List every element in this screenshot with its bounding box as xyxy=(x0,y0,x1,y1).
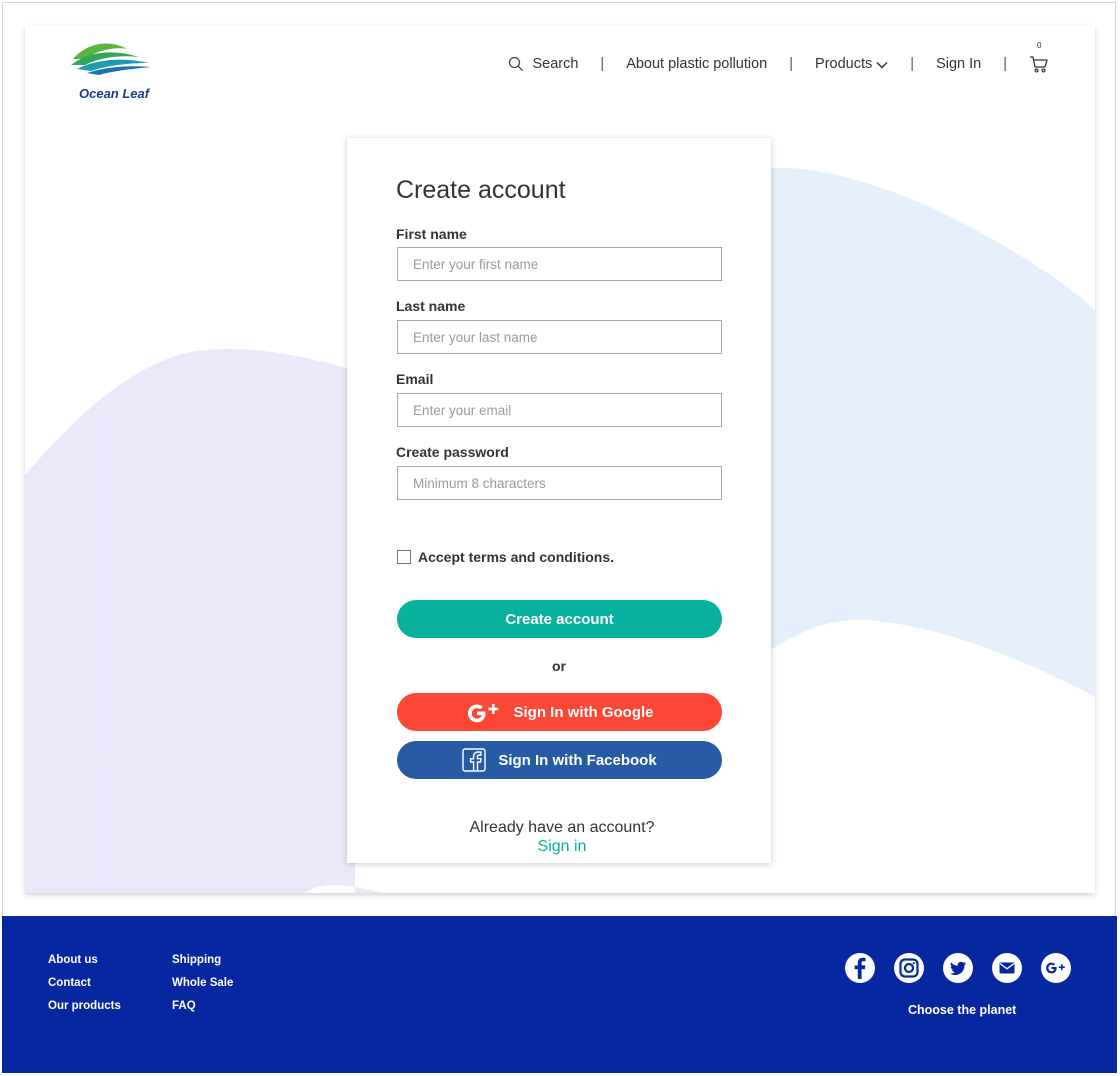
terms-row: Accept terms and conditions. xyxy=(397,549,614,565)
create-account-button-label: Create account xyxy=(505,610,614,628)
terms-label: Accept terms and conditions. xyxy=(418,549,615,565)
nav-separator: | xyxy=(910,56,915,72)
nav-search[interactable]: Search xyxy=(508,56,578,72)
email-input[interactable] xyxy=(397,393,722,427)
create-account-button[interactable]: Create account xyxy=(397,600,722,638)
nav-separator: | xyxy=(1003,56,1007,72)
twitter-icon[interactable] xyxy=(943,953,973,983)
email-label: Email xyxy=(396,371,434,387)
cart-button[interactable]: 0 xyxy=(1029,41,1051,75)
sign-in-link[interactable]: Sign in xyxy=(347,838,777,856)
social-links xyxy=(845,953,1071,983)
google-plus-icon xyxy=(466,701,502,723)
cart-count: 0 xyxy=(1037,41,1042,50)
footer-link-our-products[interactable]: Our products xyxy=(48,1000,121,1014)
nav-signin-label: Sign In xyxy=(936,56,982,72)
sign-in-facebook-button[interactable]: Sign In with Facebook xyxy=(397,741,722,779)
nav-about-plastic-pollution[interactable]: About plastic pollution xyxy=(626,56,767,72)
first-name-input[interactable] xyxy=(397,247,722,281)
or-divider: or xyxy=(552,658,566,674)
last-name-input[interactable] xyxy=(397,320,722,354)
nav-about-label: About plastic pollution xyxy=(626,56,768,72)
footer-link-whole-sale[interactable]: Whole Sale xyxy=(172,977,233,991)
chevron-down-icon xyxy=(876,61,888,69)
already-have-account-text: Already have an account? xyxy=(469,819,655,836)
terms-checkbox[interactable] xyxy=(397,550,411,564)
nav-search-label: Search xyxy=(532,56,579,72)
footer-link-faq[interactable]: FAQ xyxy=(172,1000,233,1014)
footer-column-1: About us Contact Our products xyxy=(48,954,121,1023)
create-account-card: Create account First name Last name Emai… xyxy=(347,138,771,863)
top-nav: Search | About plastic pollution | Produ… xyxy=(508,41,1051,75)
google-plus-icon[interactable] xyxy=(1041,953,1071,983)
leaf-wave-icon xyxy=(71,43,151,75)
form-title: Create account xyxy=(396,176,566,204)
footer-column-2: Shipping Whole Sale FAQ xyxy=(172,954,233,1023)
password-input[interactable] xyxy=(397,466,722,500)
nav-separator: | xyxy=(789,56,794,72)
nav-separator: | xyxy=(600,56,605,72)
password-label: Create password xyxy=(396,444,509,460)
footer: About us Contact Our products Shipping W… xyxy=(2,916,1117,1073)
footer-link-about-us[interactable]: About us xyxy=(48,954,121,968)
nav-products-dropdown[interactable]: Products xyxy=(815,56,888,72)
instagram-icon[interactable] xyxy=(894,953,924,983)
footer-tagline: Choose the planet xyxy=(908,1003,1017,1017)
brand-name: Ocean Leaf xyxy=(79,86,150,101)
shopping-cart-icon xyxy=(1030,56,1048,73)
search-icon xyxy=(509,56,524,71)
nav-sign-in[interactable]: Sign In xyxy=(936,56,981,72)
nav-products-label: Products xyxy=(815,56,873,72)
facebook-icon xyxy=(462,748,487,772)
google-button-label: Sign In with Google xyxy=(513,703,654,721)
page-content: Ocean Leaf Search | About plastic pollut… xyxy=(25,25,1095,893)
facebook-icon[interactable] xyxy=(845,953,875,983)
first-name-label: First name xyxy=(396,226,467,242)
facebook-button-label: Sign In with Facebook xyxy=(498,751,657,769)
footer-link-shipping[interactable]: Shipping xyxy=(172,954,233,968)
footer-link-contact[interactable]: Contact xyxy=(48,977,121,991)
last-name-label: Last name xyxy=(396,298,466,314)
sign-in-google-button[interactable]: Sign In with Google xyxy=(397,693,722,731)
ocean-leaf-logo[interactable]: Ocean Leaf xyxy=(69,39,153,101)
email-icon[interactable] xyxy=(992,953,1022,983)
